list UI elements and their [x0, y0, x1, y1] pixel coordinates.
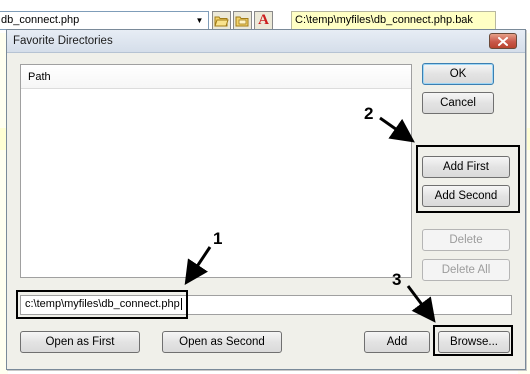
callout-arrow-2 [379, 116, 415, 143]
callout-arrow-1 [184, 246, 212, 285]
callout-arrow-3 [406, 285, 436, 323]
callout-arrows [184, 116, 436, 323]
